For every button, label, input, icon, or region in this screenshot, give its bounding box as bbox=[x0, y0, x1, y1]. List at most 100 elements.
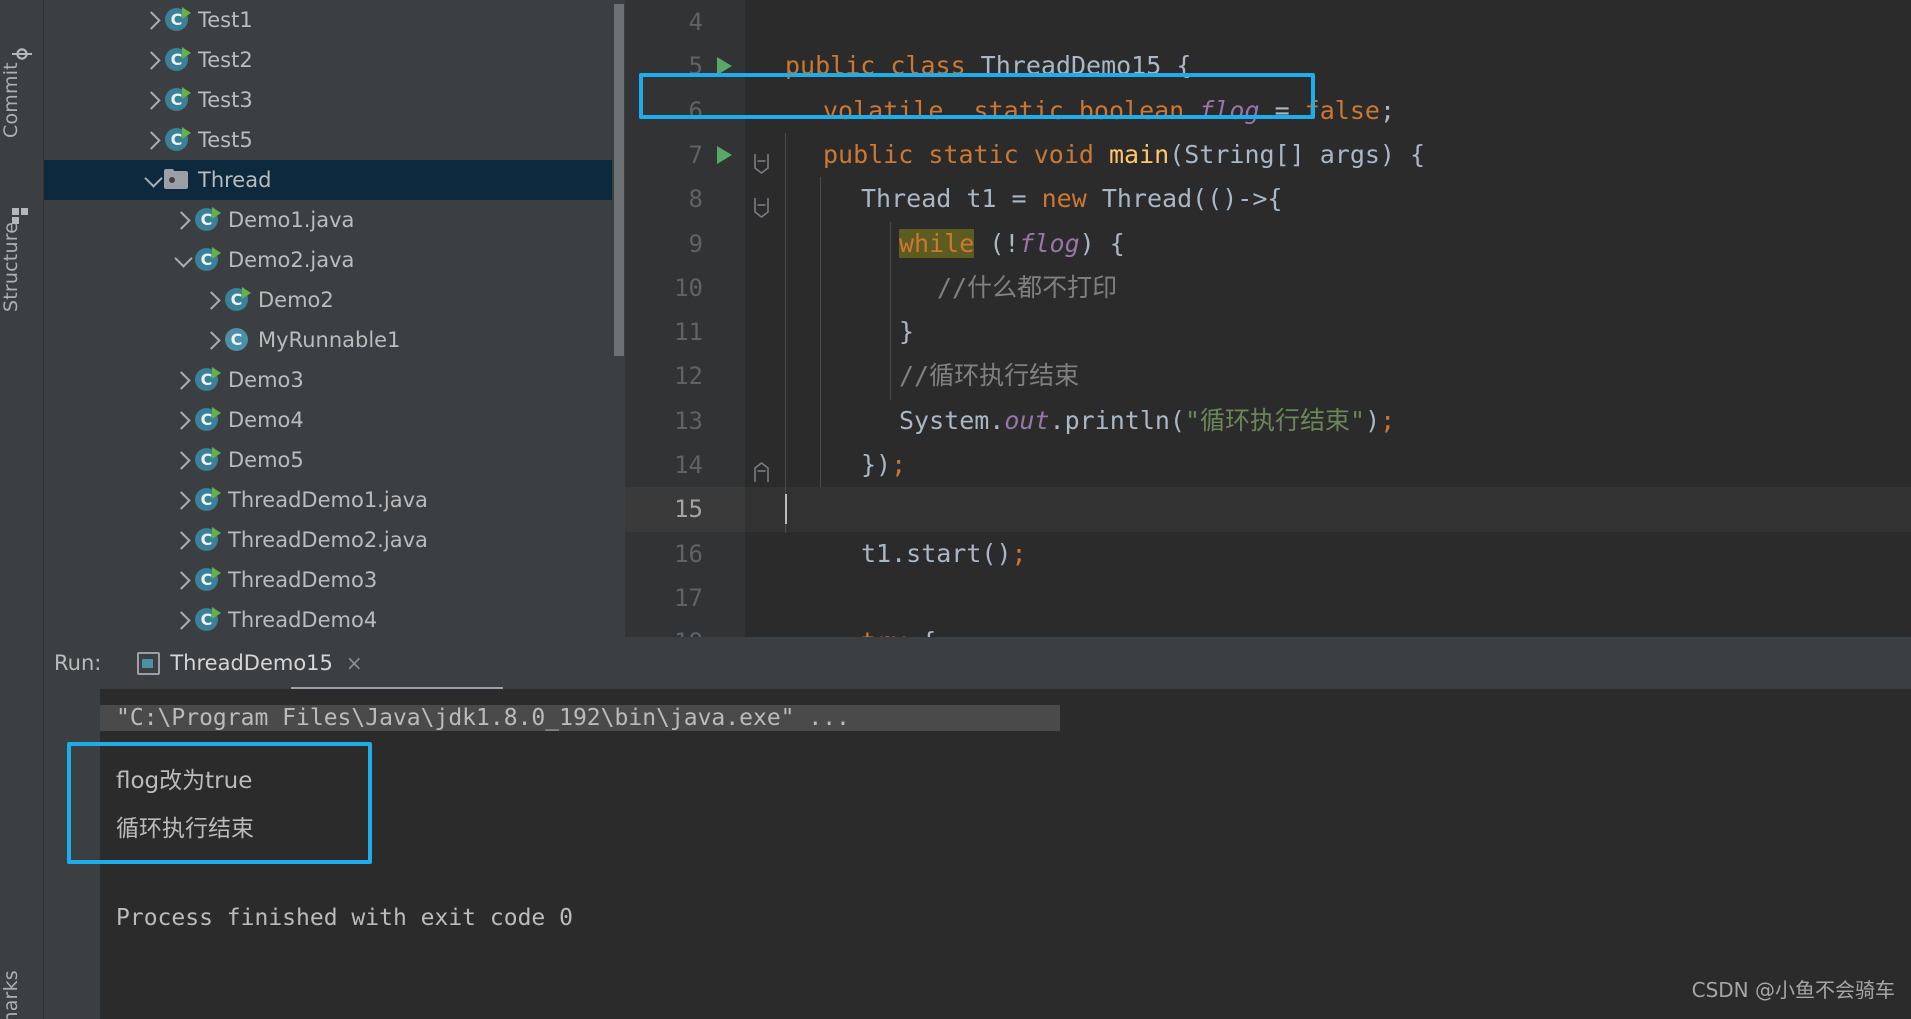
java-class-runnable-icon: C bbox=[194, 567, 221, 593]
code-editor[interactable]: 4 5 public class ThreadDemo15 {6 volatile s… bbox=[625, 0, 1911, 637]
tree-item[interactable]: C Demo5 bbox=[44, 440, 614, 480]
chevron-right-icon[interactable] bbox=[142, 90, 164, 110]
editor-line[interactable]: 18 try { bbox=[625, 620, 1911, 637]
editor-line[interactable]: 14}); bbox=[625, 443, 1911, 487]
editor-line[interactable]: 10 //什么都不打印 bbox=[625, 266, 1911, 310]
run-configuration-tab[interactable]: ThreadDemo15 × bbox=[137, 651, 363, 675]
tree-item-label: Demo1.java bbox=[228, 208, 355, 232]
tree-item-label: Demo5 bbox=[228, 448, 304, 472]
editor-line[interactable]: 16 t1.start(); bbox=[625, 532, 1911, 576]
project-tree[interactable]: C Test1 C Test2 C Test3 C Test5 Thread C Demo1.jav… bbox=[44, 0, 614, 637]
chevron-right-icon[interactable] bbox=[172, 410, 194, 430]
tree-item[interactable]: Thread bbox=[44, 160, 614, 200]
tree-item[interactable]: C Demo3 bbox=[44, 360, 614, 400]
chevron-right-icon[interactable] bbox=[172, 370, 194, 390]
tree-item-label: Thread bbox=[198, 168, 272, 192]
console-line-process-finished: Process finished with exit code 0 bbox=[116, 905, 573, 931]
tool-button-structure-label: Structure bbox=[0, 221, 22, 312]
chevron-right-icon[interactable] bbox=[172, 530, 194, 550]
line-number: 6 bbox=[688, 96, 703, 125]
tree-item[interactable]: C Test1 bbox=[44, 0, 614, 40]
chevron-right-icon[interactable] bbox=[172, 450, 194, 470]
java-class-runnable-icon: C bbox=[194, 447, 221, 473]
tree-item-label: Test2 bbox=[198, 48, 253, 72]
editor-line[interactable]: 15 bbox=[625, 487, 1911, 531]
chevron-right-icon[interactable] bbox=[142, 10, 164, 30]
line-number: 9 bbox=[688, 229, 703, 258]
tree-item[interactable]: C Demo4 bbox=[44, 400, 614, 440]
code-fold-icon[interactable] bbox=[753, 454, 770, 482]
line-number: 7 bbox=[688, 140, 703, 169]
java-class-runnable-icon: C bbox=[194, 487, 221, 513]
editor-line[interactable]: 6 volatile static boolean flog = false; bbox=[625, 89, 1911, 133]
java-class-runnable-icon: C bbox=[194, 607, 221, 633]
tree-item[interactable]: C Demo2.java bbox=[44, 240, 614, 280]
line-number: 8 bbox=[688, 185, 703, 214]
folder-icon bbox=[164, 169, 190, 191]
run-gutter-icon[interactable] bbox=[717, 145, 732, 164]
line-number: 10 bbox=[674, 273, 703, 302]
tree-item-label: Demo2 bbox=[258, 288, 334, 312]
editor-line[interactable]: 4 bbox=[625, 0, 1911, 44]
run-gutter-icon[interactable] bbox=[717, 57, 732, 76]
tree-item[interactable]: C ThreadDemo3 bbox=[44, 560, 614, 600]
code-text: public static void main(String[] args) { bbox=[823, 139, 1426, 169]
chevron-right-icon[interactable] bbox=[172, 490, 194, 510]
chevron-down-icon[interactable] bbox=[142, 168, 164, 188]
tree-item[interactable]: C Test5 bbox=[44, 120, 614, 160]
code-fold-icon[interactable] bbox=[753, 188, 770, 219]
tree-item-label: ThreadDemo1.java bbox=[228, 488, 428, 512]
close-icon[interactable]: × bbox=[346, 651, 363, 675]
java-class-icon: C bbox=[224, 327, 250, 353]
code-text: try { bbox=[785, 620, 936, 637]
tree-item-label: Demo3 bbox=[228, 368, 304, 392]
tree-item[interactable]: C Test2 bbox=[44, 40, 614, 80]
idea-window: Commit Structure marks C Test1 C Test2 C Test… bbox=[0, 0, 1911, 1019]
editor-line[interactable]: 9 while (!flog) { bbox=[625, 222, 1911, 266]
run-tool-window: Run: ThreadDemo15 × "C:\Program Files\Ja… bbox=[44, 637, 1911, 1019]
code-text: } bbox=[899, 317, 915, 347]
line-number: 4 bbox=[688, 8, 703, 36]
editor-line[interactable]: 17 bbox=[625, 576, 1911, 620]
code-text: Thread t1 = new Thread(()->{ bbox=[861, 184, 1283, 214]
editor-line[interactable]: 13 System.out.println("循环执行结束"); bbox=[625, 399, 1911, 443]
tree-item[interactable]: C ThreadDemo2.java bbox=[44, 520, 614, 560]
chevron-right-icon[interactable] bbox=[202, 290, 224, 310]
line-number: 13 bbox=[674, 406, 703, 435]
chevron-right-icon[interactable] bbox=[142, 50, 164, 70]
scrollbar-thumb[interactable] bbox=[614, 4, 624, 356]
chevron-right-icon[interactable] bbox=[172, 570, 194, 590]
java-class-runnable-icon: C bbox=[164, 47, 191, 73]
tree-item[interactable]: C Demo1.java bbox=[44, 200, 614, 240]
run-panel-header: Run: ThreadDemo15 × bbox=[44, 637, 1911, 689]
editor-line[interactable]: 12 //循环执行结束 bbox=[625, 354, 1911, 398]
java-class-runnable-icon: C bbox=[194, 207, 221, 233]
editor-line[interactable]: 8 Thread t1 = new Thread(()->{ bbox=[625, 177, 1911, 221]
tree-item[interactable]: C ThreadDemo4 bbox=[44, 600, 614, 637]
editor-line[interactable]: 11} bbox=[625, 310, 1911, 354]
console-output[interactable]: "C:\Program Files\Java\jdk1.8.0_192\bin\… bbox=[67, 689, 1911, 1019]
tool-button-bookmarks-label: marks bbox=[0, 970, 22, 1019]
code-text: //什么都不打印 bbox=[937, 272, 1118, 302]
editor-line[interactable]: 7 public static void main(String[] args) … bbox=[625, 133, 1911, 177]
tree-item[interactable]: C Test3 bbox=[44, 80, 614, 120]
tree-item[interactable]: C ThreadDemo1.java bbox=[44, 480, 614, 520]
line-number: 18 bbox=[625, 620, 703, 637]
structure-icon bbox=[12, 208, 30, 226]
code-text: }); bbox=[861, 450, 907, 479]
chevron-right-icon[interactable] bbox=[172, 210, 194, 230]
editor-line[interactable]: 5 public class ThreadDemo15 { bbox=[625, 44, 1911, 88]
tree-item[interactable]: C MyRunnable1 bbox=[44, 320, 614, 360]
chevron-right-icon[interactable] bbox=[172, 610, 194, 630]
chevron-right-icon[interactable] bbox=[202, 330, 224, 350]
chevron-down-icon[interactable] bbox=[172, 248, 194, 268]
tool-button-bookmarks[interactable]: marks bbox=[0, 900, 44, 1019]
tree-item[interactable]: C Demo2 bbox=[44, 280, 614, 320]
code-fold-icon[interactable] bbox=[753, 144, 770, 174]
chevron-right-icon[interactable] bbox=[142, 130, 164, 150]
commit-icon bbox=[12, 48, 32, 60]
line-number: 17 bbox=[674, 583, 703, 612]
line-number: 15 bbox=[674, 495, 703, 524]
line-number: 12 bbox=[674, 362, 703, 391]
project-tree-scrollbar[interactable] bbox=[612, 0, 625, 637]
